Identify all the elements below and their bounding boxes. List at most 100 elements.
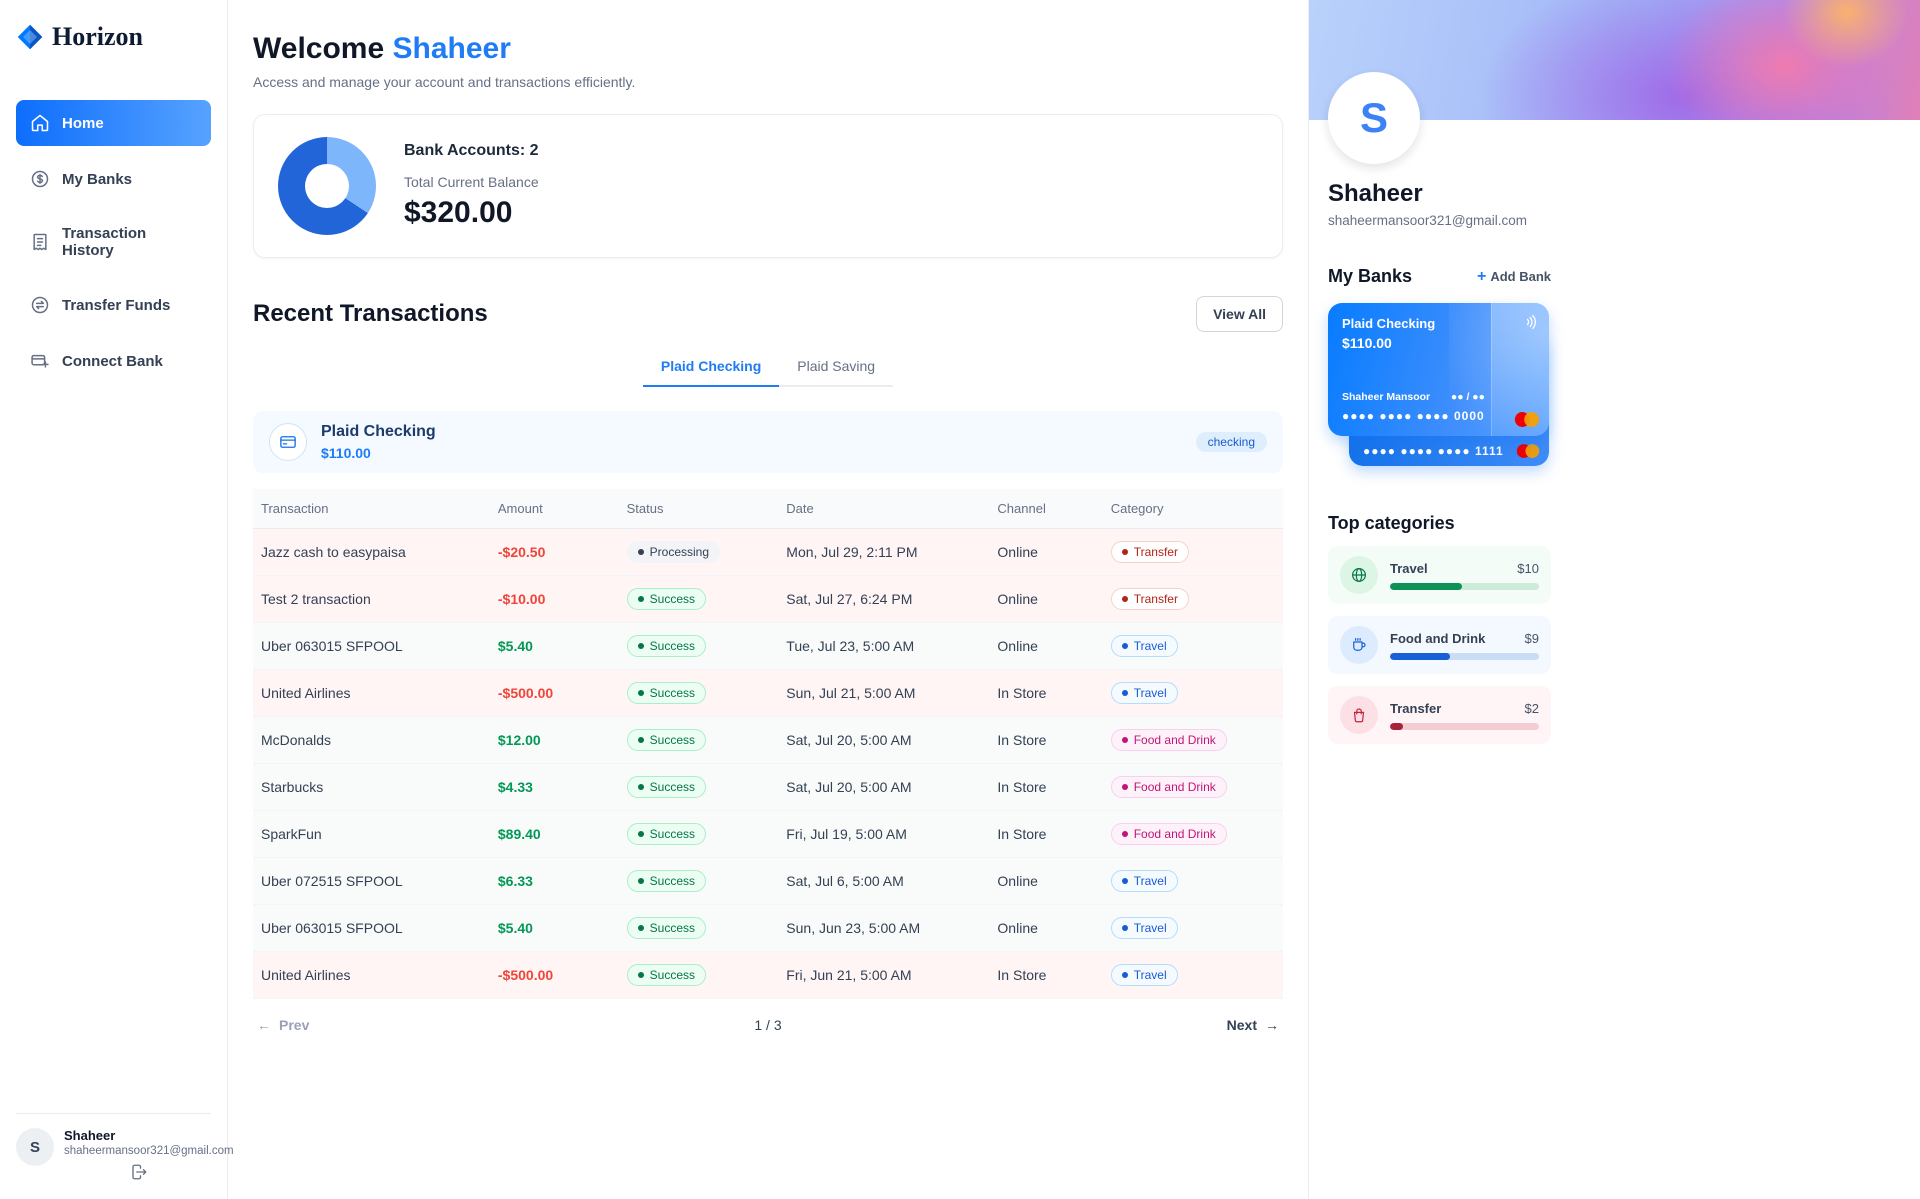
status-dot <box>638 643 644 649</box>
logout-button[interactable] <box>130 1163 234 1181</box>
transaction-date: Fri, Jun 21, 5:00 AM <box>778 952 989 999</box>
status-badge: Success <box>627 635 706 657</box>
transaction-channel: In Store <box>989 811 1102 858</box>
money-send-icon <box>30 295 50 315</box>
transaction-channel: Online <box>989 529 1102 576</box>
status-label: Success <box>650 733 695 747</box>
category-dot <box>1122 737 1128 743</box>
category-badge: Travel <box>1111 917 1178 939</box>
main-content: Welcome Shaheer Access and manage your a… <box>228 0 1308 1199</box>
mastercard-icon <box>1515 443 1541 459</box>
card-balance: $110.00 <box>1342 335 1485 351</box>
right-sidebar: S Shaheer shaheermansoor321@gmail.com My… <box>1308 0 1920 1199</box>
card-expiry: ●● / ●● <box>1451 391 1485 403</box>
category-progress-track <box>1390 583 1539 590</box>
transaction-amount: -$500.00 <box>498 685 553 701</box>
category-amount: $2 <box>1525 701 1539 716</box>
greeting-username: Shaheer <box>393 32 511 65</box>
total-balance-label: Total Current Balance <box>404 174 539 190</box>
horizon-logo-icon <box>16 23 44 51</box>
transaction-name: Test 2 transaction <box>253 576 490 623</box>
category-badge: Transfer <box>1111 588 1189 610</box>
sidebar-user-footer: S Shaheer shaheermansoor321@gmail.com <box>16 1113 211 1181</box>
category-dot <box>1122 878 1128 884</box>
plus-icon: + <box>1477 269 1486 285</box>
status-dot <box>638 878 644 884</box>
category-label: Food and Drink <box>1134 780 1216 794</box>
status-dot <box>638 549 644 555</box>
view-all-button[interactable]: View All <box>1196 296 1283 332</box>
transaction-channel: In Store <box>989 764 1102 811</box>
recent-transactions-title: Recent Transactions <box>253 300 488 328</box>
category-badge: Travel <box>1111 635 1178 657</box>
category-badge: Food and Drink <box>1111 729 1227 751</box>
category-progress-track <box>1390 653 1539 660</box>
status-badge: Success <box>627 964 706 986</box>
add-bank-button[interactable]: +Add Bank <box>1477 269 1551 285</box>
transactions-table: Transaction Amount Status Date Channel C… <box>253 489 1283 999</box>
category-label: Travel <box>1134 874 1167 888</box>
tab-plaid-saving[interactable]: Plaid Saving <box>779 350 893 387</box>
arrow-right-icon: → <box>1265 1017 1279 1033</box>
transaction-channel: Online <box>989 623 1102 670</box>
transaction-row: Jazz cash to easypaisa -$20.50 Processin… <box>253 529 1283 576</box>
category-progress-fill <box>1390 723 1403 730</box>
status-label: Success <box>650 686 695 700</box>
bank-accounts-count: Bank Accounts: 2 <box>404 142 539 160</box>
card-number: ●●●● ●●●● ●●●● 0000 <box>1342 409 1485 423</box>
sidebar-item-home[interactable]: Home <box>16 100 211 146</box>
status-dot <box>638 690 644 696</box>
logout-icon <box>130 1163 234 1181</box>
travel-category-icon <box>1340 556 1378 594</box>
transaction-name: McDonalds <box>253 717 490 764</box>
logo[interactable]: Horizon <box>16 22 211 52</box>
col-date: Date <box>778 489 989 529</box>
table-header-row: Transaction Amount Status Date Channel C… <box>253 489 1283 529</box>
sidebar-item-label: My Banks <box>62 171 132 188</box>
transaction-channel: In Store <box>989 717 1102 764</box>
transaction-row: United Airlines -$500.00 Success Sun, Ju… <box>253 670 1283 717</box>
category-label: Travel <box>1134 686 1167 700</box>
prev-label: Prev <box>279 1017 309 1033</box>
category-label: Food and Drink <box>1390 631 1485 646</box>
sidebar-item-transfer-funds[interactable]: Transfer Funds <box>16 282 211 328</box>
bank-icon <box>269 423 307 461</box>
page-title: Welcome Shaheer <box>253 32 1283 66</box>
bank-info-banner[interactable]: Plaid Checking $110.00 checking <box>253 411 1283 473</box>
greeting-text: Welcome <box>253 32 384 65</box>
banner-bank-name: Plaid Checking <box>321 423 436 441</box>
category-label: Travel <box>1134 639 1167 653</box>
category-badge: Food and Drink <box>1111 823 1227 845</box>
transfer-category-icon <box>1340 696 1378 734</box>
banner-bank-balance: $110.00 <box>321 445 436 461</box>
transaction-name: United Airlines <box>253 952 490 999</box>
food-and-drink-category-icon <box>1340 626 1378 664</box>
status-badge: Success <box>627 823 706 845</box>
transaction-name: Uber 063015 SFPOOL <box>253 905 490 952</box>
category-label: Transfer <box>1134 592 1178 606</box>
category-badge: Travel <box>1111 870 1178 892</box>
bank-card-primary[interactable]: Plaid Checking $110.00 Shaheer Mansoor ●… <box>1328 303 1549 436</box>
transaction-date: Sat, Jul 20, 5:00 AM <box>778 764 989 811</box>
category-badge: Food and Drink <box>1111 776 1227 798</box>
transaction-channel: Online <box>989 858 1102 905</box>
page-indicator: 1 / 3 <box>754 1017 781 1033</box>
sidebar-item-transaction-history[interactable]: Transaction History <box>16 212 211 272</box>
transaction-name: Jazz cash to easypaisa <box>253 529 490 576</box>
prev-page-button[interactable]: ←Prev <box>257 1017 309 1033</box>
transaction-date: Sat, Jul 20, 5:00 AM <box>778 717 989 764</box>
transaction-date: Sun, Jun 23, 5:00 AM <box>778 905 989 952</box>
next-page-button[interactable]: Next→ <box>1227 1017 1279 1033</box>
transaction-amount: -$10.00 <box>498 591 545 607</box>
tab-plaid-checking[interactable]: Plaid Checking <box>643 350 779 387</box>
sidebar-item-my-banks[interactable]: My Banks <box>16 156 211 202</box>
sidebar-nav: Home My Banks Transaction History Transf… <box>16 100 211 384</box>
status-badge: Success <box>627 682 706 704</box>
pagination: ←Prev 1 / 3 Next→ <box>253 999 1283 1053</box>
transaction-amount: $6.33 <box>498 873 533 889</box>
status-label: Success <box>650 968 695 982</box>
col-status: Status <box>619 489 779 529</box>
sidebar-item-connect-bank[interactable]: Connect Bank <box>16 338 211 384</box>
category-badge: Transfer <box>1111 541 1189 563</box>
transaction-date: Sat, Jul 6, 5:00 AM <box>778 858 989 905</box>
